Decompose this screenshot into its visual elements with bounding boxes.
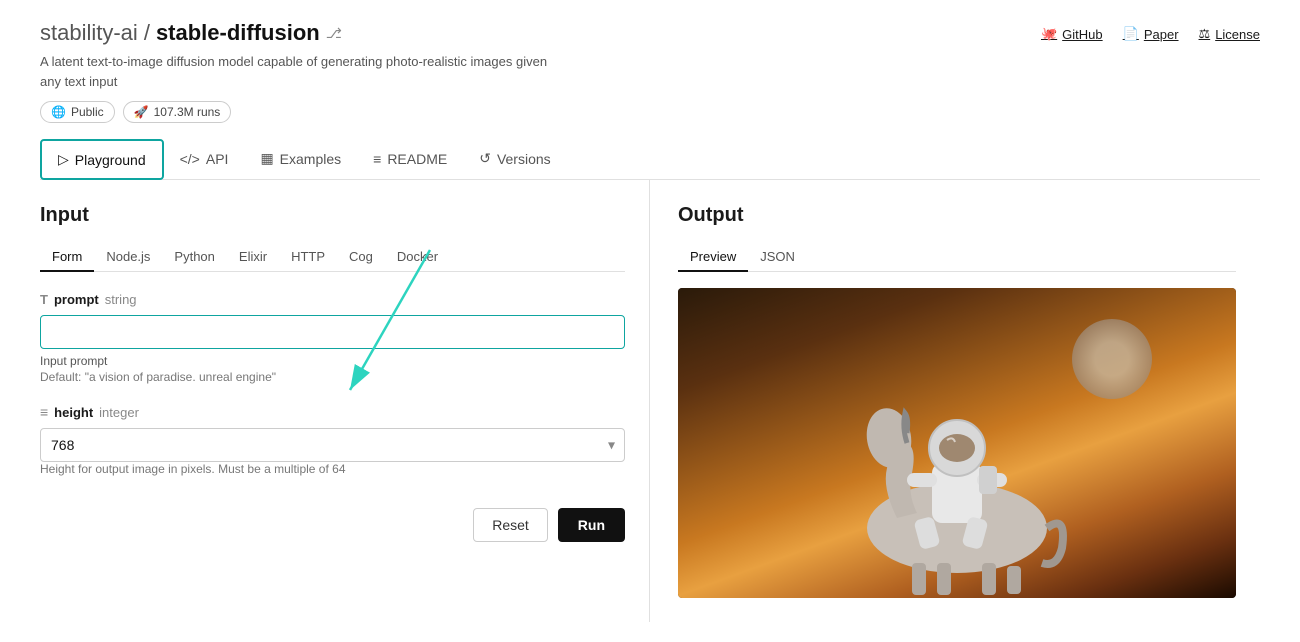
fork-icon[interactable]: ⎇ (326, 25, 342, 42)
header-links: 🐙 GitHub 📄 Paper ⚖ License (1041, 26, 1260, 42)
repo-description: A latent text-to-image diffusion model c… (40, 52, 560, 91)
repo-separator: / (144, 20, 150, 46)
tab-versions-label: Versions (497, 151, 551, 167)
tab-playground-label: Playground (75, 152, 146, 168)
api-icon: </> (180, 151, 200, 167)
repo-name: stable-diffusion (156, 20, 320, 46)
license-link-label: License (1215, 27, 1260, 42)
tab-examples-label: Examples (280, 151, 341, 167)
repo-info: stability-ai / stable-diffusion ⎇ A late… (40, 20, 560, 123)
examples-icon: ▦ (260, 150, 273, 167)
paper-link-label: Paper (1144, 27, 1179, 42)
page-header: stability-ai / stable-diffusion ⎇ A late… (40, 20, 1260, 123)
subtab-python[interactable]: Python (162, 243, 226, 272)
github-link-label: GitHub (1062, 27, 1102, 42)
input-section-title: Input (40, 204, 625, 227)
tab-readme[interactable]: ≡ README (357, 139, 463, 180)
height-select-wrapper: 512 640 704 768 832 896 960 1024 ▾ (40, 428, 625, 462)
height-label-type: integer (99, 405, 139, 420)
prompt-hint: Input prompt (40, 354, 625, 368)
run-button[interactable]: Run (558, 508, 625, 542)
public-badge-label: Public (71, 105, 104, 119)
prompt-default: Default: "a vision of paradise. unreal e… (40, 370, 625, 384)
globe-icon: 🌐 (51, 105, 66, 119)
output-section-title: Output (678, 204, 1236, 227)
license-icon: ⚖ (1199, 26, 1211, 42)
prompt-label: T prompt string (40, 292, 625, 307)
github-icon: 🐙 (1041, 26, 1057, 42)
public-badge: 🌐 Public (40, 101, 115, 123)
subtab-form[interactable]: Form (40, 243, 94, 272)
versions-icon: ↺ (479, 150, 491, 167)
prompt-label-name: prompt (54, 292, 99, 307)
output-subtab-json[interactable]: JSON (748, 243, 807, 272)
astronaut-horse-illustration (697, 318, 1217, 598)
playground-icon: ▷ (58, 151, 69, 168)
runs-badge: 🚀 107.3M runs (123, 101, 232, 123)
output-section: Output Preview JSON (650, 180, 1260, 622)
height-field: ≡ height integer 512 640 704 768 832 896… (40, 404, 625, 476)
tab-readme-label: README (387, 151, 447, 167)
readme-icon: ≡ (373, 151, 381, 167)
prompt-field: T prompt string Input prompt Default: "a… (40, 292, 625, 384)
subtab-docker[interactable]: Docker (385, 243, 450, 272)
height-hint: Height for output image in pixels. Must … (40, 462, 625, 476)
reset-button[interactable]: Reset (473, 508, 548, 542)
prompt-input[interactable] (40, 315, 625, 349)
subtab-cog[interactable]: Cog (337, 243, 385, 272)
repo-owner: stability-ai (40, 20, 138, 46)
subtab-http[interactable]: HTTP (279, 243, 337, 272)
subtab-elixir[interactable]: Elixir (227, 243, 279, 272)
github-link[interactable]: 🐙 GitHub (1041, 26, 1103, 42)
tab-versions[interactable]: ↺ Versions (463, 139, 566, 180)
height-label: ≡ height integer (40, 404, 625, 420)
tab-playground[interactable]: ▷ Playground (40, 139, 164, 180)
subtab-nodejs[interactable]: Node.js (94, 243, 162, 272)
nav-tabs: ▷ Playground </> API ▦ Examples ≡ README… (40, 139, 1260, 180)
tab-api[interactable]: </> API (164, 139, 245, 180)
output-sub-tabs: Preview JSON (678, 243, 1236, 272)
height-type-icon: ≡ (40, 404, 48, 420)
license-link[interactable]: ⚖ License (1199, 26, 1260, 42)
type-icon: T (40, 292, 48, 307)
badge-group: 🌐 Public 🚀 107.3M runs (40, 101, 560, 123)
paper-icon: 📄 (1123, 26, 1139, 42)
repo-title: stability-ai / stable-diffusion ⎇ (40, 20, 560, 46)
height-select[interactable]: 512 640 704 768 832 896 960 1024 (40, 428, 625, 462)
prompt-label-type: string (105, 292, 137, 307)
main-content: Input Form Node.js Python Elixir HTTP (40, 180, 1260, 622)
runs-badge-label: 107.3M runs (154, 105, 221, 119)
height-label-name: height (54, 405, 93, 420)
rocket-icon: 🚀 (134, 105, 149, 119)
output-subtab-preview[interactable]: Preview (678, 243, 748, 272)
input-sub-tabs: Form Node.js Python Elixir HTTP Cog (40, 243, 625, 272)
output-image (678, 288, 1236, 598)
output-image-wrapper (678, 288, 1236, 598)
action-buttons: Reset Run (40, 496, 625, 554)
input-section: Input Form Node.js Python Elixir HTTP (40, 180, 650, 622)
tab-api-label: API (206, 151, 229, 167)
tab-examples[interactable]: ▦ Examples (244, 139, 357, 180)
paper-link[interactable]: 📄 Paper (1123, 26, 1179, 42)
